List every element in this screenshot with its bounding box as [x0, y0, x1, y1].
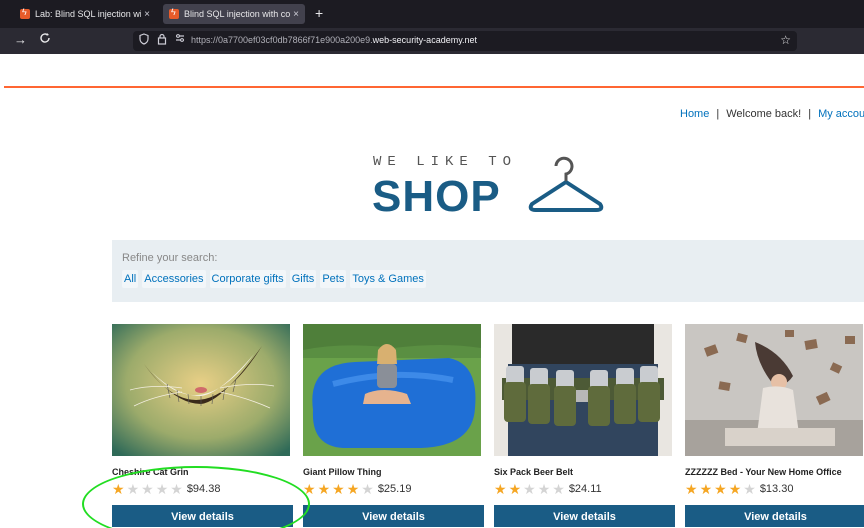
star-filled-icon: ★ [685, 481, 698, 497]
welcome-text: Welcome back! [726, 108, 802, 120]
url-host: web-security-academy.net [372, 35, 478, 45]
filter-toys-games[interactable]: Toys & Games [350, 270, 426, 288]
product-image-beer-belt[interactable] [494, 324, 672, 456]
filter-corporate-gifts[interactable]: Corporate gifts [209, 270, 286, 288]
refine-search-label: Refine your search: [122, 252, 218, 264]
product-price: $13.30 [759, 483, 794, 495]
url-prefix: https://0a7700ef03cf0db7866f71e900a200e9… [191, 35, 373, 45]
home-link[interactable]: Home [680, 108, 709, 120]
forward-arrow-icon[interactable]: → [14, 32, 27, 47]
product-image-bed-office[interactable] [685, 324, 863, 456]
top-navigation: Home | Welcome back! | My accoun [680, 108, 864, 120]
star-filled-icon: ★ [699, 481, 713, 497]
star-filled-icon: ★ [728, 481, 742, 497]
filter-accessories[interactable]: Accessories [142, 270, 206, 288]
browser-nav-bar: → https://0a7700ef03cf0db7866f71e900a200… [0, 28, 864, 54]
product-name[interactable]: Six Pack Beer Belt [494, 467, 573, 477]
address-bar[interactable]: https://0a7700ef03cf0db7866f71e900a200e9… [133, 31, 797, 51]
star-empty-icon: ★ [361, 481, 374, 497]
star-filled-icon: ★ [714, 481, 727, 497]
tab-title: Lab: Blind SQL injection with co [35, 9, 142, 19]
tab-title: Blind SQL injection with conditi [184, 9, 291, 19]
star-filled-icon: ★ [346, 481, 360, 497]
reload-icon[interactable] [39, 32, 51, 47]
filter-gifts[interactable]: Gifts [289, 270, 317, 288]
nav-separator: | [716, 108, 720, 120]
header-accent-line [4, 86, 864, 88]
star-filled-icon: ★ [317, 481, 331, 497]
search-filter-panel: Refine your search: All Accessories Corp… [112, 240, 864, 302]
filter-all[interactable]: All [122, 270, 139, 288]
product-name[interactable]: Giant Pillow Thing [303, 467, 382, 477]
url-text[interactable]: https://0a7700ef03cf0db7866f71e900a200e9… [191, 35, 477, 45]
product-rating: ★ ★ ★ ★ ★ $13.30 [685, 481, 793, 497]
product-rating: ★ ★ ★ ★ ★ $24.11 [494, 481, 602, 497]
permissions-icon[interactable] [175, 33, 185, 46]
star-empty-icon: ★ [552, 481, 565, 497]
view-details-button[interactable]: View details [494, 505, 675, 527]
bookmark-star-icon[interactable]: ☆ [780, 33, 791, 47]
product-rating: ★ ★ ★ ★ ★ $25.19 [303, 481, 411, 497]
filter-pets[interactable]: Pets [320, 270, 347, 288]
close-tab-icon[interactable]: × [144, 9, 150, 20]
my-account-link[interactable]: My accoun [818, 108, 864, 120]
shield-icon[interactable] [139, 33, 149, 48]
browser-tab-bar: Lab: Blind SQL injection with co × Blind… [0, 0, 864, 28]
hanger-icon [528, 156, 604, 212]
product-price: $24.11 [568, 483, 602, 495]
portswigger-favicon-icon [20, 7, 30, 19]
product-image-cheshire-cat[interactable] [112, 324, 290, 456]
product-name[interactable]: ZZZZZZ Bed - Your New Home Office [685, 467, 842, 477]
browser-tab-lab[interactable]: Lab: Blind SQL injection with co × [14, 4, 156, 24]
nav-separator: | [808, 108, 812, 120]
portswigger-favicon-icon [169, 7, 179, 19]
star-filled-icon: ★ [508, 481, 522, 497]
star-empty-icon: ★ [743, 481, 756, 497]
new-tab-button[interactable]: + [315, 5, 323, 21]
star-empty-icon: ★ [537, 481, 551, 497]
category-filters: All Accessories Corporate gifts Gifts Pe… [122, 270, 426, 288]
logo-tagline: WE LIKE TO [373, 154, 518, 170]
star-empty-icon: ★ [523, 481, 536, 497]
lock-icon[interactable] [157, 33, 167, 48]
product-price: $25.19 [377, 483, 412, 495]
logo-word: SHOP [372, 172, 501, 221]
browser-tab-active[interactable]: Blind SQL injection with conditi × [163, 4, 305, 24]
view-details-button[interactable]: View details [685, 505, 864, 527]
view-details-button[interactable]: View details [303, 505, 484, 527]
shop-logo: WE LIKE TO SHOP [372, 152, 612, 222]
close-tab-icon[interactable]: × [293, 9, 299, 20]
star-filled-icon: ★ [332, 481, 345, 497]
star-filled-icon: ★ [494, 481, 507, 497]
product-image-giant-pillow[interactable] [303, 324, 481, 456]
